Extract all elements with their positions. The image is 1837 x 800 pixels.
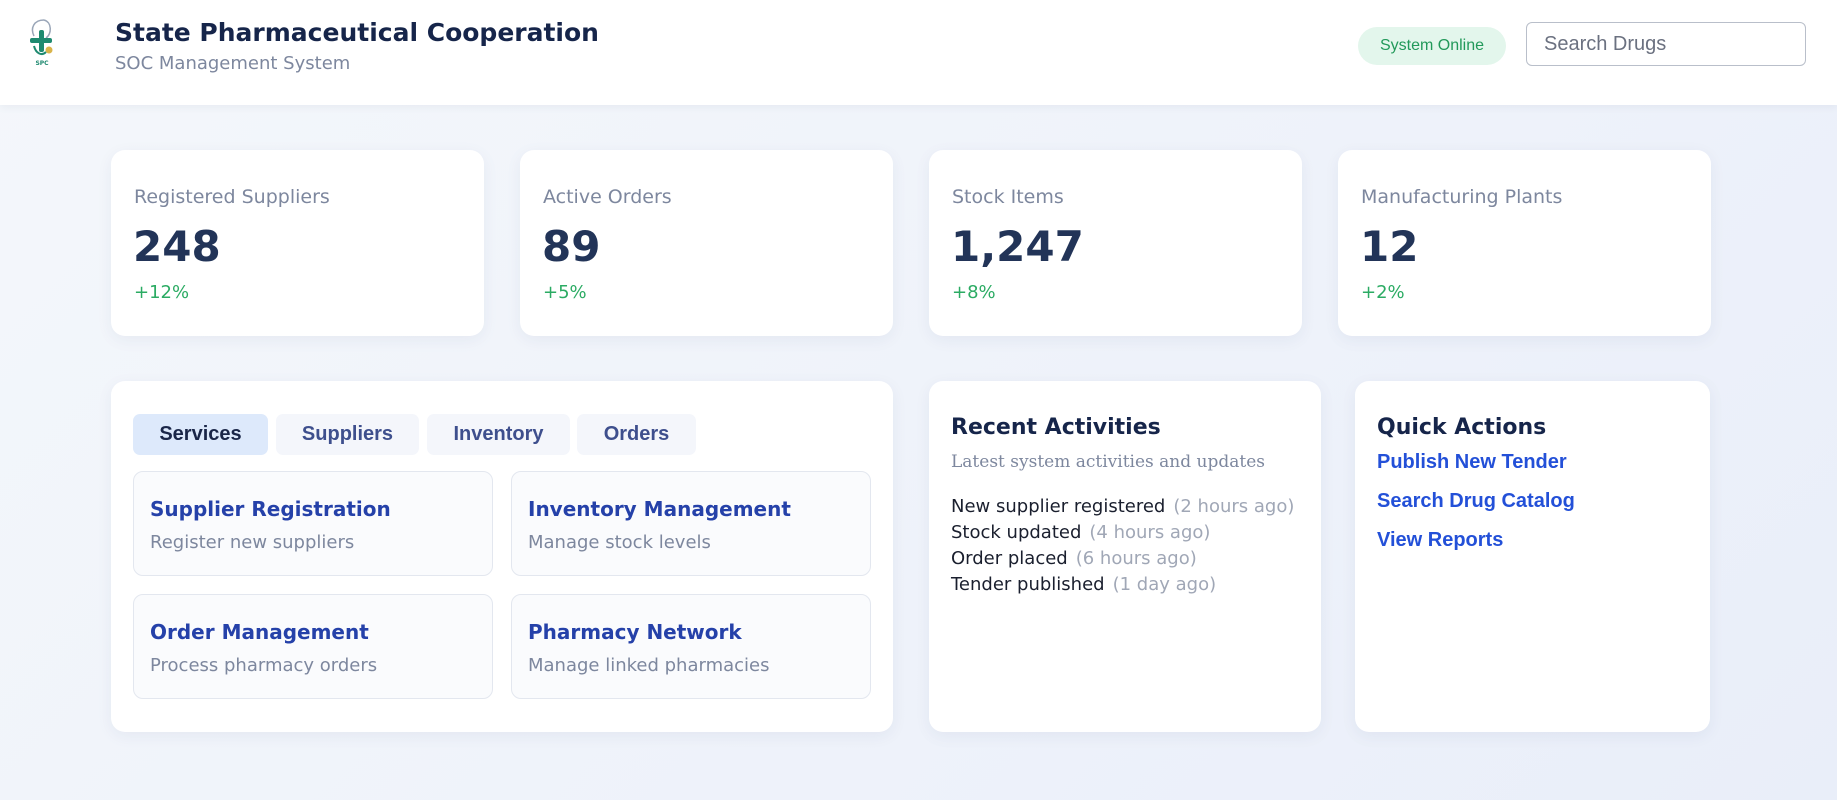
service-pharmacy-network[interactable]: Pharmacy Network Manage linked pharmacie… (511, 594, 871, 699)
service-desc: Process pharmacy orders (150, 655, 378, 676)
app-subtitle: SOC Management System (115, 53, 351, 74)
service-title: Supplier Registration (150, 497, 391, 521)
stat-label: Active Orders (543, 186, 672, 208)
service-title: Inventory Management (528, 497, 791, 521)
stat-change: +8% (952, 282, 996, 303)
activity-text: Order placed (951, 548, 1068, 569)
activity-time: (2 hours ago) (1173, 496, 1295, 517)
quick-actions-title: Quick Actions (1377, 415, 1547, 440)
activity-time: (4 hours ago) (1089, 522, 1211, 543)
stat-card-registered-suppliers: Registered Suppliers 248 +12% (111, 150, 484, 336)
stat-change: +12% (134, 282, 190, 303)
quick-actions-panel: Quick Actions Publish New Tender Search … (1355, 381, 1710, 732)
list-item: New supplier registered (2 hours ago) (951, 494, 1294, 520)
system-status-badge: System Online (1358, 27, 1506, 65)
service-title: Order Management (150, 620, 369, 644)
top-bar: SPC State Pharmaceutical Cooperation SOC… (0, 0, 1837, 105)
recent-activities-subtitle: Latest system activities and updates (951, 452, 1266, 472)
service-order-management[interactable]: Order Management Process pharmacy orders (133, 594, 493, 699)
service-supplier-registration[interactable]: Supplier Registration Register new suppl… (133, 471, 493, 576)
service-desc: Manage linked pharmacies (528, 655, 770, 676)
stat-value: 248 (133, 222, 221, 271)
search-drug-catalog-link[interactable]: Search Drug Catalog (1377, 490, 1575, 513)
stat-change: +5% (543, 282, 587, 303)
service-desc: Register new suppliers (150, 532, 355, 553)
recent-activities-panel: Recent Activities Latest system activiti… (929, 381, 1321, 732)
service-desc: Manage stock levels (528, 532, 711, 553)
logo-text: SPC (35, 60, 49, 67)
publish-new-tender-link[interactable]: Publish New Tender (1377, 451, 1567, 474)
tab-services[interactable]: Services (133, 414, 268, 455)
activity-text: New supplier registered (951, 496, 1166, 517)
stat-value: 1,247 (951, 222, 1084, 271)
service-inventory-management[interactable]: Inventory Management Manage stock levels (511, 471, 871, 576)
stat-label: Manufacturing Plants (1361, 186, 1563, 208)
stat-change: +2% (1361, 282, 1405, 303)
stat-value: 12 (1360, 222, 1419, 271)
activity-time: (1 day ago) (1112, 574, 1217, 595)
spc-logo-icon: SPC (22, 16, 62, 68)
activity-text: Tender published (951, 574, 1105, 595)
services-panel: Services Suppliers Inventory Orders Supp… (111, 381, 893, 732)
activity-text: Stock updated (951, 522, 1082, 543)
stat-card-active-orders: Active Orders 89 +5% (520, 150, 893, 336)
activity-time: (6 hours ago) (1075, 548, 1197, 569)
stat-card-stock-items: Stock Items 1,247 +8% (929, 150, 1302, 336)
list-item: Stock updated (4 hours ago) (951, 520, 1294, 546)
tab-suppliers[interactable]: Suppliers (276, 414, 419, 455)
recent-activities-title: Recent Activities (951, 415, 1161, 440)
app-title: State Pharmaceutical Cooperation (115, 18, 599, 47)
stat-label: Registered Suppliers (134, 186, 330, 208)
list-item: Tender published (1 day ago) (951, 572, 1294, 598)
search-drugs-input[interactable] (1526, 22, 1806, 66)
tab-inventory[interactable]: Inventory (427, 414, 570, 455)
activity-list: New supplier registered (2 hours ago) Sto… (951, 494, 1294, 598)
tab-orders[interactable]: Orders (577, 414, 696, 455)
view-reports-link[interactable]: View Reports (1377, 529, 1503, 552)
stat-label: Stock Items (952, 186, 1064, 208)
service-title: Pharmacy Network (528, 620, 742, 644)
stat-value: 89 (542, 222, 601, 271)
stat-card-manufacturing-plants: Manufacturing Plants 12 +2% (1338, 150, 1711, 336)
list-item: Order placed (6 hours ago) (951, 546, 1294, 572)
